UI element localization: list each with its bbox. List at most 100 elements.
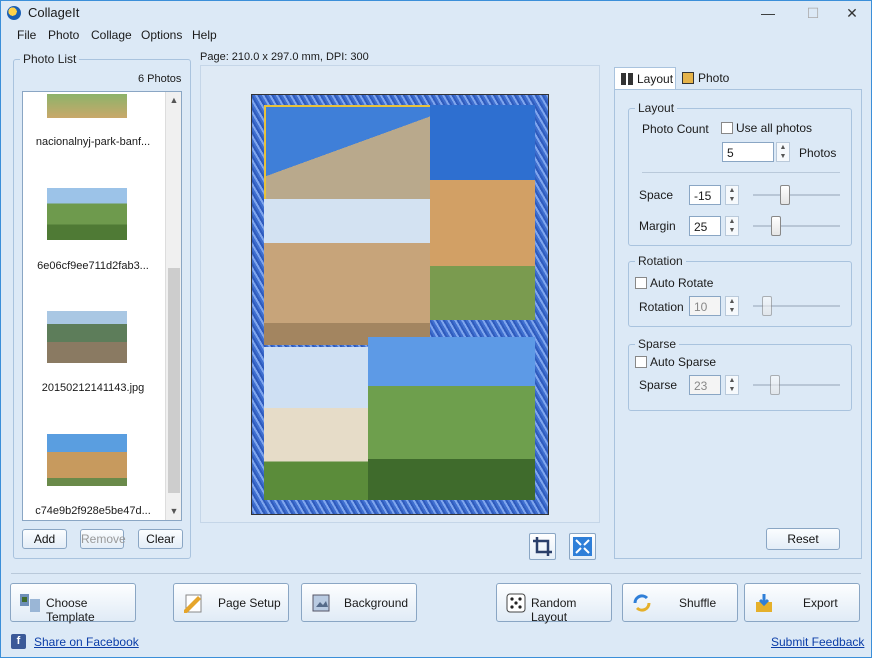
sparse-slider-thumb[interactable] xyxy=(770,375,780,395)
choose-template-button[interactable]: Choose Template xyxy=(10,583,136,624)
facebook-icon[interactable]: f xyxy=(11,634,26,649)
crop-icon[interactable] xyxy=(529,533,556,560)
use-all-photos-label: Use all photos xyxy=(736,121,813,135)
submit-feedback-link[interactable]: Submit Feedback xyxy=(771,635,864,649)
minimize-button[interactable]: — xyxy=(753,3,783,23)
margin-spinner[interactable]: ▲ ▼ xyxy=(725,216,739,236)
background-icon xyxy=(312,594,330,612)
space-slider[interactable] xyxy=(753,194,840,196)
bottom-separator xyxy=(11,573,861,574)
layout-icon xyxy=(621,73,633,85)
collage-photo-sphinx[interactable] xyxy=(264,199,430,345)
fit-to-page-icon[interactable] xyxy=(569,533,596,560)
title-bar: CollageIt — ☐ ✕ xyxy=(1,1,871,25)
photo-count-spinner[interactable]: ▲ ▼ xyxy=(776,142,790,162)
export-button[interactable]: Export xyxy=(744,583,860,622)
margin-slider[interactable] xyxy=(753,225,840,227)
menu-collage[interactable]: Collage xyxy=(91,28,132,42)
layout-legend: Layout xyxy=(635,101,678,115)
tab-photo-label: Photo xyxy=(698,71,730,85)
maximize-button[interactable]: ☐ xyxy=(798,3,828,23)
scroll-thumb[interactable] xyxy=(168,268,180,493)
photo-list-legend: Photo List xyxy=(20,52,80,66)
photo-thumbnail[interactable] xyxy=(47,94,127,118)
sparse-spinner[interactable]: ▲ ▼ xyxy=(725,375,739,395)
collage-photo-colosseum[interactable] xyxy=(430,105,535,320)
page-setup-label: Page Setup xyxy=(218,596,281,610)
photos-unit-label: Photos xyxy=(799,146,837,160)
random-layout-button[interactable]: Random Layout xyxy=(496,583,612,624)
page-setup-button[interactable]: Page Setup xyxy=(173,583,289,622)
shuffle-icon xyxy=(633,594,651,612)
tab-photo[interactable]: Photo xyxy=(676,67,736,89)
menu-options[interactable]: Options xyxy=(141,28,182,42)
add-photo-button[interactable]: Add xyxy=(22,529,67,549)
export-icon xyxy=(756,594,772,612)
share-on-facebook-link[interactable]: Share on Facebook xyxy=(34,635,139,649)
random-layout-label: Random Layout xyxy=(531,596,577,624)
margin-input[interactable]: 25 xyxy=(689,216,721,236)
photo-caption: nacionalnyj-park-banf... xyxy=(35,136,151,148)
auto-rotate-checkbox[interactable] xyxy=(635,277,647,289)
photo-thumbnail[interactable] xyxy=(47,188,127,240)
menu-bar: File Photo Collage Options Help xyxy=(1,25,871,45)
tab-layout-label: Layout xyxy=(637,72,674,86)
layout-separator xyxy=(642,172,840,173)
photo-count-label: 6 Photos xyxy=(138,73,182,85)
scroll-up-icon[interactable]: ▲ xyxy=(166,92,181,108)
photo-count-input[interactable]: 5 xyxy=(722,142,774,162)
close-button[interactable]: ✕ xyxy=(837,3,867,23)
export-label: Export xyxy=(803,596,838,610)
photo-caption: c74e9b2f928e5be47d... xyxy=(35,505,151,517)
collage-page[interactable] xyxy=(251,94,549,515)
auto-sparse-label: Auto Sparse xyxy=(650,355,717,369)
menu-photo[interactable]: Photo xyxy=(48,28,79,42)
sparse-label: Sparse xyxy=(639,378,678,392)
reset-button[interactable]: Reset xyxy=(766,528,840,550)
app-logo-icon xyxy=(7,6,21,20)
shuffle-label: Shuffle xyxy=(679,596,717,610)
photo-caption: 20150212141143.jpg xyxy=(41,382,145,394)
rotation-input[interactable]: 10 xyxy=(689,296,721,316)
page-info: Page: 210.0 x 297.0 mm, DPI: 300 xyxy=(200,51,369,63)
rotation-group: Rotation xyxy=(628,254,852,327)
shuffle-button[interactable]: Shuffle xyxy=(622,583,738,622)
use-all-photos-checkbox[interactable] xyxy=(721,122,733,134)
sparse-slider[interactable] xyxy=(753,384,840,386)
clear-photos-button[interactable]: Clear xyxy=(138,529,183,549)
photo-thumbnail[interactable] xyxy=(47,434,127,486)
app-window: CollageIt — ☐ ✕ File Photo Collage Optio… xyxy=(0,0,872,658)
margin-label: Margin xyxy=(639,219,676,233)
choose-template-label: Choose Template xyxy=(46,596,95,624)
rotation-label: Rotation xyxy=(639,300,684,314)
margin-slider-thumb[interactable] xyxy=(771,216,781,236)
collage-photo-great-wall[interactable] xyxy=(368,337,535,500)
scroll-down-icon[interactable]: ▼ xyxy=(166,503,181,519)
background-label: Background xyxy=(344,596,409,610)
sparse-input[interactable]: 23 xyxy=(689,375,721,395)
photo-icon xyxy=(682,72,694,84)
settings-tabs: Layout Photo xyxy=(614,67,862,89)
photo-list-scrollbar[interactable]: ▲ ▼ xyxy=(165,92,181,520)
dice-icon xyxy=(506,593,526,613)
rotation-slider-thumb[interactable] xyxy=(762,296,772,316)
remove-photo-button[interactable]: Remove xyxy=(80,529,126,549)
photo-count-label: Photo Count xyxy=(642,122,709,136)
tab-layout[interactable]: Layout xyxy=(614,67,676,89)
space-label: Space xyxy=(639,188,674,202)
photo-caption: 6e06cf9ee711d2fab3... xyxy=(37,260,149,272)
space-slider-thumb[interactable] xyxy=(780,185,790,205)
space-spinner[interactable]: ▲ ▼ xyxy=(725,185,739,205)
photo-list[interactable]: nacionalnyj-park-banf... 6e06cf9ee711d2f… xyxy=(22,91,182,521)
background-button[interactable]: Background xyxy=(301,583,417,622)
collage-photo-sagrada-familia[interactable] xyxy=(264,105,432,203)
auto-sparse-checkbox[interactable] xyxy=(635,356,647,368)
menu-file[interactable]: File xyxy=(17,28,36,42)
collage-photo-pisa[interactable] xyxy=(264,347,368,500)
auto-rotate-label: Auto Rotate xyxy=(650,276,714,290)
space-input[interactable]: -15 xyxy=(689,185,721,205)
rotation-legend: Rotation xyxy=(635,254,686,268)
rotation-spinner[interactable]: ▲ ▼ xyxy=(725,296,739,316)
photo-thumbnail[interactable] xyxy=(47,311,127,363)
menu-help[interactable]: Help xyxy=(192,28,217,42)
